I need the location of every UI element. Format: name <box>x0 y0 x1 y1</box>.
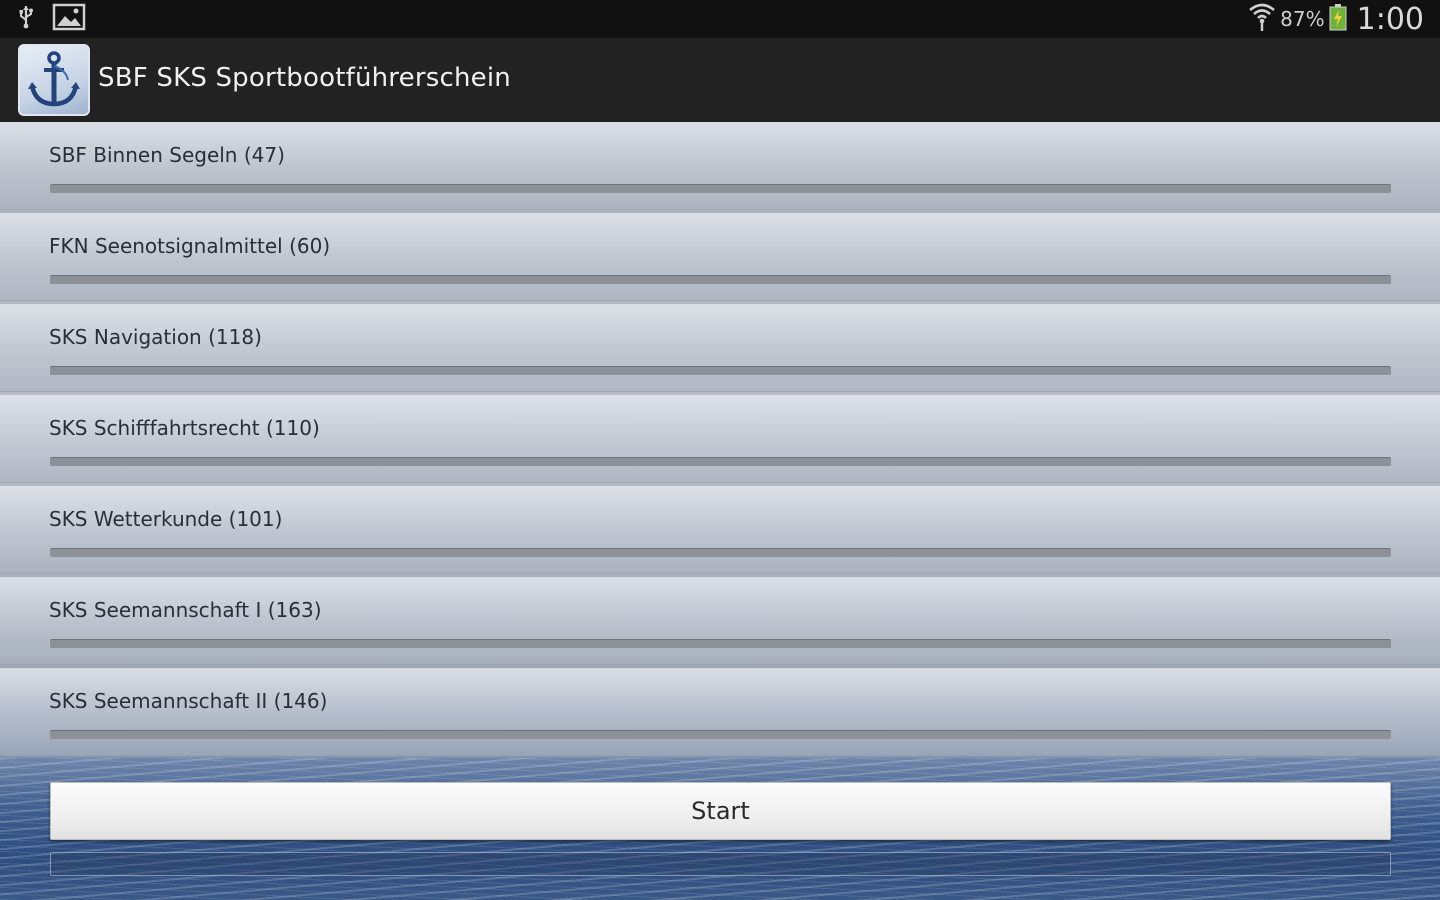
topic-progress-bar <box>50 730 1391 739</box>
topic-row-sks-schifffahrtsrecht[interactable]: SKS Schifffahrtsrecht (110) <box>0 395 1440 483</box>
status-left-icons <box>18 3 86 35</box>
topic-progress-bar <box>50 548 1391 557</box>
status-bar: 87% 1:00 <box>0 0 1440 38</box>
image-icon <box>52 3 86 35</box>
app-title: SBF SKS Sportbootführerschein <box>98 63 511 93</box>
topic-row-sks-navigation[interactable]: SKS Navigation (118) <box>0 304 1440 392</box>
wifi-icon <box>1248 2 1276 36</box>
battery-percent: 87% <box>1280 7 1325 31</box>
topic-row-sks-seemannschaft-2[interactable]: SKS Seemannschaft II (146) <box>0 668 1440 756</box>
topic-label: SKS Seemannschaft I (163) <box>49 598 322 622</box>
topic-progress-bar <box>50 457 1391 466</box>
overall-progress-bar <box>50 852 1391 876</box>
start-button[interactable]: Start <box>50 782 1391 840</box>
topic-list-screen: SBF Binnen Segeln (47) FKN Seenotsignalm… <box>0 122 1440 900</box>
topic-label: SKS Wetterkunde (101) <box>49 507 283 531</box>
topic-progress-bar <box>50 275 1391 284</box>
anchor-icon[interactable] <box>18 44 90 116</box>
topic-row-sks-seemannschaft-1[interactable]: SKS Seemannschaft I (163) <box>0 577 1440 665</box>
battery-charging-icon <box>1329 3 1347 35</box>
topic-row-sks-wetterkunde[interactable]: SKS Wetterkunde (101) <box>0 486 1440 574</box>
topic-row-sbf-binnen-segeln[interactable]: SBF Binnen Segeln (47) <box>0 122 1440 210</box>
topic-label: SKS Seemannschaft II (146) <box>49 689 328 713</box>
action-bar: SBF SKS Sportbootführerschein <box>0 38 1440 122</box>
topic-label: SKS Schifffahrtsrecht (110) <box>49 416 320 440</box>
topic-label: FKN Seenotsignalmittel (60) <box>49 234 331 258</box>
topic-row-fkn-seenotsignalmittel[interactable]: FKN Seenotsignalmittel (60) <box>0 213 1440 301</box>
topic-progress-bar <box>50 639 1391 648</box>
status-right: 87% 1:00 <box>1248 0 1424 38</box>
topic-progress-bar <box>50 366 1391 375</box>
topic-progress-bar <box>50 184 1391 193</box>
clock: 1:00 <box>1356 1 1424 37</box>
usb-icon <box>18 5 34 33</box>
topic-label: SKS Navigation (118) <box>49 325 262 349</box>
topic-label: SBF Binnen Segeln (47) <box>49 143 285 167</box>
